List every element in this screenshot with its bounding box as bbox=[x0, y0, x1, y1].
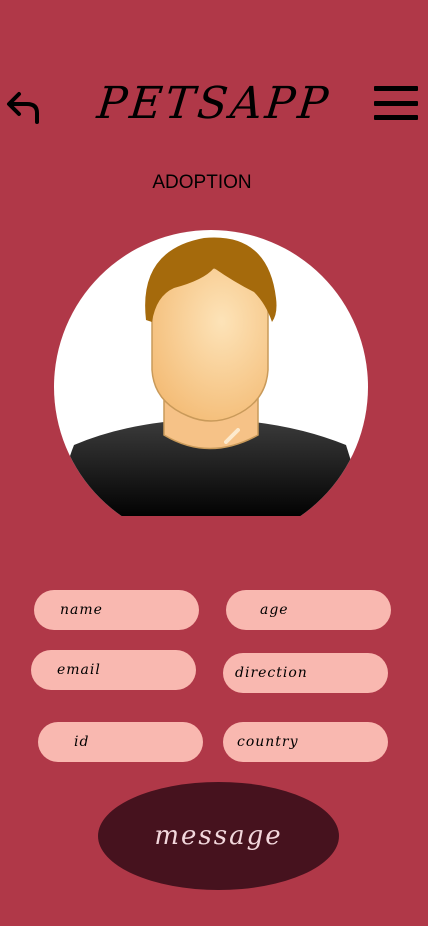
id-field[interactable] bbox=[38, 722, 203, 762]
message-button-label: message bbox=[154, 821, 283, 851]
country-field[interactable] bbox=[223, 722, 388, 762]
name-field[interactable] bbox=[34, 590, 199, 630]
hamburger-menu-icon bbox=[374, 86, 418, 91]
person-avatar bbox=[54, 230, 368, 516]
menu-button[interactable] bbox=[372, 84, 420, 122]
email-field[interactable] bbox=[31, 650, 196, 690]
app-title: PETSAPP bbox=[94, 78, 334, 129]
age-field[interactable] bbox=[226, 590, 391, 630]
direction-field[interactable] bbox=[223, 653, 388, 693]
hamburger-menu-icon-bar-2 bbox=[374, 100, 418, 106]
message-button[interactable]: message bbox=[98, 782, 339, 890]
section-title: ADOPTION bbox=[152, 172, 252, 193]
hamburger-menu-icon-bar-3 bbox=[374, 115, 418, 120]
